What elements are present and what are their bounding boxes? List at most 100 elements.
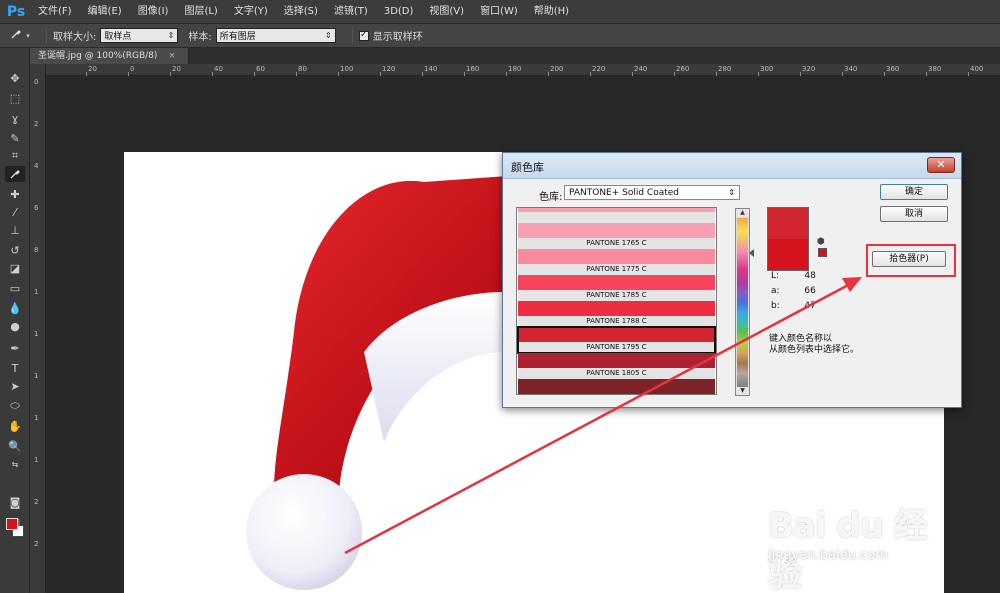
swap-colors-icon[interactable]: ⇆ — [5, 456, 25, 472]
menu-bar: Ps 文件(F) 编辑(E) 图像(I) 图层(L) 文字(Y) 选择(S) 滤… — [0, 0, 1000, 24]
color-swatch-row[interactable]: PANTONE 1775 C — [518, 249, 715, 275]
color-swatch-row[interactable]: PANTONE 1788 C — [518, 301, 715, 327]
color-swatch-list[interactable]: PANTONE 1765 C PANTONE 1775 C PANTONE 1785… — [516, 207, 717, 395]
color-name: PANTONE 1775 C — [518, 264, 715, 275]
crop-tool-icon[interactable]: ⌗ — [5, 148, 25, 164]
color-swatch-row[interactable] — [518, 208, 715, 223]
show-sampling-ring-checkbox[interactable]: ✓ — [358, 30, 369, 41]
menu-layer[interactable]: 图层(L) — [176, 0, 225, 24]
ok-button[interactable]: 确定 — [880, 184, 948, 200]
clone-stamp-tool-icon[interactable]: ⊥ — [5, 222, 25, 238]
new-color-preview — [767, 207, 809, 239]
history-brush-tool-icon[interactable]: ↺ — [5, 242, 25, 258]
color-swatch-row[interactable]: PANTONE 1785 C — [518, 275, 715, 301]
ruler-tick — [86, 72, 87, 76]
color-name: PANTONE 1795 C — [518, 342, 715, 353]
ruler-label: 0 — [130, 65, 135, 73]
zoom-tool-icon[interactable]: 🔍 — [5, 438, 25, 454]
dialog-title: 颜色库 — [511, 161, 544, 174]
color-swatch-row[interactable]: PANTONE 1795 C — [517, 326, 716, 354]
ruler-label: 380 — [928, 65, 942, 73]
menu-3d[interactable]: 3D(D) — [376, 0, 422, 24]
color-chip — [518, 223, 715, 238]
ruler-tick — [212, 72, 213, 76]
out-of-gamut-cube-icon[interactable]: ⬢ — [817, 237, 825, 247]
blur-tool-icon[interactable]: 💧 — [5, 300, 25, 316]
ruler-label: 1 — [34, 456, 39, 464]
tools-panel: ✥ ⬚ ɣ ✎ ⌗ ✚ ⁄ ⊥ ↺ ◪ ▭ 💧 ● ✒ T ➤ ⬭ ✋ 🔍 ⇆ … — [0, 48, 30, 593]
hand-tool-icon[interactable]: ✋ — [5, 418, 25, 434]
web-safe-swatch[interactable] — [818, 248, 827, 257]
sample-select[interactable]: 所有图层 ⇕ — [215, 28, 336, 43]
eyedropper-tool-icon[interactable] — [5, 166, 25, 182]
ruler-tick — [758, 72, 759, 76]
menu-view[interactable]: 视图(V) — [421, 0, 472, 24]
ruler-label: 0 — [34, 78, 39, 86]
current-color-preview[interactable] — [767, 239, 809, 271]
lab-l-value: 48 — [804, 271, 816, 281]
brush-tool-icon[interactable]: ⁄ — [5, 204, 25, 220]
ruler-tick — [422, 72, 423, 76]
ellipse-tool-icon[interactable]: ⬭ — [5, 398, 25, 414]
tool-preset-picker[interactable]: ▾ — [0, 28, 40, 43]
healing-brush-tool-icon[interactable]: ✚ — [5, 186, 25, 202]
ruler-label: 160 — [466, 65, 480, 73]
close-icon[interactable]: × — [168, 51, 176, 61]
menu-window[interactable]: 窗口(W) — [472, 0, 526, 24]
sample-size-label: 取样大小: — [53, 32, 97, 43]
ruler-label: 2 — [34, 540, 39, 548]
quick-mask-icon[interactable]: ◙ — [5, 494, 25, 510]
sample-size-select[interactable]: 取样点 ⇕ — [100, 28, 179, 43]
marquee-tool-icon[interactable]: ⬚ — [5, 90, 25, 106]
dialog-titlebar[interactable]: 颜色库 ✕ — [503, 153, 961, 179]
spectrum-pointer-icon[interactable] — [749, 249, 754, 257]
menu-help[interactable]: 帮助(H) — [526, 0, 577, 24]
lab-l-row: L: 48 — [771, 271, 816, 281]
color-name: PANTONE 1805 C — [518, 368, 715, 379]
gradient-tool-icon[interactable]: ▭ — [5, 280, 25, 296]
chevron-down-icon: ▾ — [26, 31, 30, 40]
ruler-label: 360 — [886, 65, 900, 73]
move-tool-icon[interactable]: ✥ — [5, 70, 25, 86]
ruler-tick — [842, 72, 843, 76]
color-swatch-row[interactable]: PANTONE 1765 C — [518, 223, 715, 249]
ruler-tick — [296, 72, 297, 76]
menu-edit[interactable]: 编辑(E) — [80, 0, 130, 24]
scroll-up-icon[interactable]: ▲ — [736, 209, 749, 217]
eraser-tool-icon[interactable]: ◪ — [5, 260, 25, 276]
scroll-down-icon[interactable]: ▼ — [736, 387, 749, 395]
pen-tool-icon[interactable]: ✒ — [5, 340, 25, 356]
ruler-tick — [800, 72, 801, 76]
foreground-color-swatch[interactable] — [6, 518, 18, 530]
color-swatch-row[interactable]: PANTONE 1815 C — [518, 379, 715, 394]
spectrum-bar[interactable] — [737, 218, 748, 387]
cancel-button[interactable]: 取消 — [880, 206, 948, 222]
color-swatch-row[interactable]: PANTONE 1805 C — [518, 353, 715, 379]
menu-file[interactable]: 文件(F) — [30, 0, 80, 24]
eyedropper-icon — [10, 28, 22, 43]
ruler-label: 260 — [676, 65, 690, 73]
ruler-label: 1 — [34, 372, 39, 380]
baidu-jingyan-watermark: Bai du 经验 jingyan.baidu.com — [768, 490, 948, 593]
lasso-tool-icon[interactable]: ɣ — [5, 110, 25, 126]
ruler-label: 20 — [88, 65, 97, 73]
ruler-label: 180 — [508, 65, 522, 73]
quick-selection-tool-icon[interactable]: ✎ — [5, 130, 25, 146]
path-selection-tool-icon[interactable]: ➤ — [5, 378, 25, 394]
color-chip — [518, 275, 715, 290]
menu-filter[interactable]: 滤镜(T) — [326, 0, 376, 24]
color-spectrum-slider[interactable]: ▲ ▼ — [735, 208, 750, 396]
close-button[interactable]: ✕ — [927, 157, 955, 173]
ruler-label: 80 — [298, 65, 307, 73]
ruler-tick — [464, 72, 465, 76]
dodge-tool-icon[interactable]: ● — [5, 318, 25, 334]
menu-image[interactable]: 图像(I) — [130, 0, 177, 24]
ruler-label: 1 — [34, 330, 39, 338]
menu-select[interactable]: 选择(S) — [276, 0, 326, 24]
document-tab[interactable]: 圣诞帽.jpg @ 100%(RGB/8) × — [30, 48, 189, 64]
library-select[interactable]: PANTONE+ Solid Coated ⇕ — [564, 185, 740, 200]
menu-type[interactable]: 文字(Y) — [226, 0, 276, 24]
type-tool-icon[interactable]: T — [5, 360, 25, 376]
document-tab-label: 圣诞帽.jpg @ 100%(RGB/8) — [38, 51, 158, 61]
ruler-label: 280 — [718, 65, 732, 73]
